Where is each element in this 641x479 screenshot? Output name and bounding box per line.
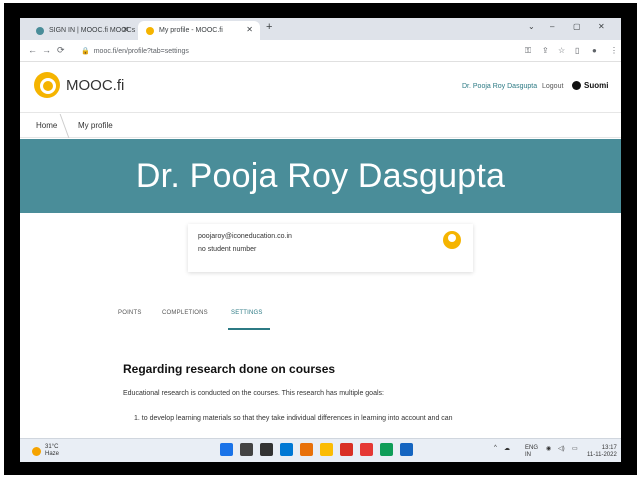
sidepanel-icon[interactable]: ▯ (575, 46, 579, 55)
windows-taskbar: 31°C Haze ^ ☁ ENG IN ◉ ◁) ▭ 13:17 11-11-… (20, 438, 621, 462)
weather-widget[interactable]: 31°C Haze (32, 444, 59, 458)
windows-start-icon[interactable] (220, 443, 233, 456)
breadcrumb-separator (59, 114, 70, 138)
site-logo-text[interactable]: MOOC.fi (66, 77, 124, 94)
tab-settings[interactable]: SETTINGS (231, 310, 263, 316)
maximize-icon[interactable]: ▢ (573, 22, 581, 31)
url-text: mooc.fi/en/profile?tab=settings (93, 47, 189, 55)
profile-banner: Dr. Pooja Roy Dasgupta (20, 139, 621, 213)
word-icon[interactable] (400, 443, 413, 456)
chrome-alt-icon[interactable] (380, 443, 393, 456)
logout-link[interactable]: Logout (542, 83, 563, 90)
user-profile-link[interactable]: Dr. Pooja Roy Dasgupta (462, 83, 537, 90)
tab-completions[interactable]: COMPLETIONS (162, 310, 208, 316)
file-explorer-icon[interactable] (320, 443, 333, 456)
breadcrumb: Home My profile (20, 114, 621, 138)
profile-card: poojaroy@iconeducation.co.in no student … (188, 224, 473, 272)
share-icon[interactable]: ⇪ (542, 46, 549, 55)
research-section-title: Regarding research done on courses (123, 362, 336, 376)
browser-window: SIGN IN | MOOC.fi MOOCs ✕ My profile - M… (20, 18, 621, 462)
site-header: MOOC.fi Dr. Pooja Roy Dasgupta Logout Su… (20, 63, 621, 113)
volume-icon[interactable]: ◁) (558, 445, 565, 452)
close-tab-icon[interactable]: ✕ (246, 25, 253, 34)
search-icon[interactable] (240, 443, 253, 456)
mooc-favicon-icon (36, 26, 44, 35)
app-icon[interactable] (360, 443, 373, 456)
research-goal-item: 1. to develop learning materials so that… (134, 415, 453, 422)
key-icon[interactable]: ⚿ (525, 46, 531, 56)
sun-icon (32, 446, 41, 456)
profile-name: Dr. Pooja Roy Dasgupta (135, 157, 506, 195)
weather-temperature: 31°C (45, 444, 59, 450)
new-tab-button[interactable]: + (266, 21, 272, 33)
office-icon[interactable] (340, 443, 353, 456)
browser-tab-profile[interactable]: My profile - MOOC.fi ✕ (138, 21, 260, 40)
language-switch[interactable]: Suomi (572, 81, 608, 90)
clock-date: 11-11-2022 (587, 452, 617, 458)
input-language[interactable]: ENG IN (525, 445, 538, 459)
edge-icon[interactable] (280, 443, 293, 456)
mooc-logo-icon[interactable] (34, 72, 60, 98)
research-paragraph: Educational research is conducted on the… (123, 390, 384, 397)
close-tab-icon[interactable]: ✕ (122, 25, 129, 34)
tab-points[interactable]: POINTS (118, 310, 142, 316)
weather-condition: Haze (45, 451, 60, 457)
url-field[interactable]: 🔒 mooc.fi/en/profile?tab=settings (75, 44, 515, 58)
browser-tab-signin[interactable]: SIGN IN | MOOC.fi MOOCs ✕ (28, 21, 136, 40)
tray-cloud-icon[interactable]: ☁ (504, 445, 510, 452)
active-tab-indicator (228, 328, 270, 330)
globe-icon (572, 81, 581, 90)
profile-icon[interactable]: ● (592, 46, 597, 55)
breadcrumb-current: My profile (78, 121, 113, 130)
battery-icon[interactable]: ▭ (572, 445, 578, 452)
taskbar-apps (220, 443, 413, 459)
region-code: IN (525, 452, 531, 458)
language-label: Suomi (584, 81, 609, 90)
task-view-icon[interactable] (260, 443, 273, 456)
star-icon[interactable]: ☆ (558, 46, 565, 55)
back-icon[interactable]: ← (28, 45, 37, 55)
menu-icon[interactable]: ⋮ (610, 46, 618, 55)
tray-chevron-icon[interactable]: ^ (494, 445, 497, 451)
profile-email: poojaroy@iconeducation.co.in (198, 233, 292, 240)
close-window-icon[interactable]: ✕ (598, 22, 605, 31)
forward-icon[interactable]: → (42, 45, 51, 55)
reload-icon[interactable]: ⟳ (57, 45, 65, 56)
chrome-icon[interactable] (300, 443, 313, 456)
clock[interactable]: 13:17 11-11-2022 (587, 445, 617, 459)
wifi-icon[interactable]: ◉ (546, 445, 551, 452)
browser-tab-bar: SIGN IN | MOOC.fi MOOCs ✕ My profile - M… (20, 18, 621, 40)
minimize-icon[interactable]: – (550, 22, 554, 31)
clock-time: 13:17 (601, 445, 617, 451)
address-bar: ← → ⟳ 🔒 mooc.fi/en/profile?tab=settings … (20, 40, 621, 62)
avatar-icon (443, 231, 461, 249)
mooc-favicon-icon (146, 26, 154, 35)
tab-label: My profile - MOOC.fi (159, 27, 223, 34)
breadcrumb-home[interactable]: Home (36, 121, 57, 130)
language-code: ENG (525, 445, 539, 451)
chevron-down-icon[interactable]: ⌄ (528, 22, 535, 31)
lock-icon: 🔒 (81, 48, 90, 55)
student-number: no student number (198, 246, 257, 253)
